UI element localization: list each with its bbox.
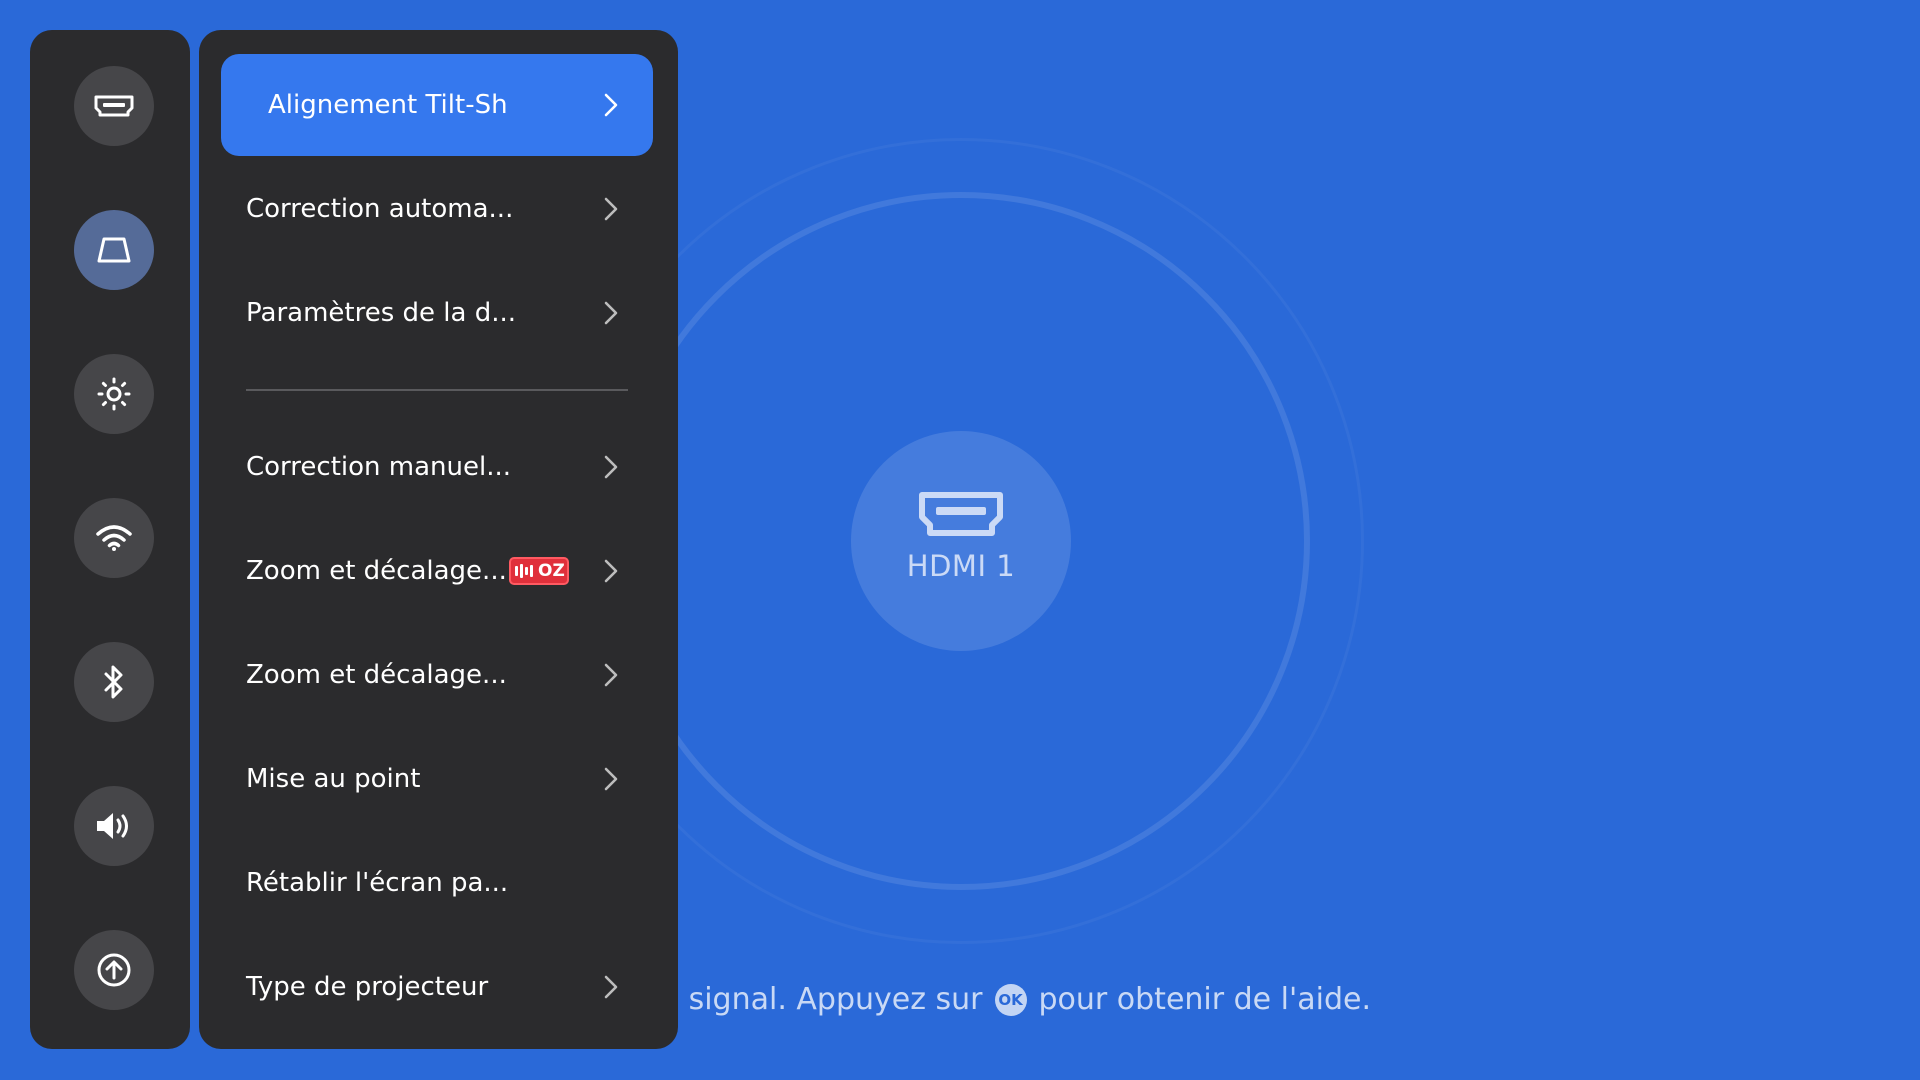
keystone-menu-panel: Alignement Tilt-Sh Correction automa... … xyxy=(199,30,678,1049)
ok-key-icon: OK xyxy=(994,983,1027,1016)
rail-item-brightness[interactable] xyxy=(74,354,154,434)
chevron-right-icon xyxy=(604,767,618,791)
rail-item-bluetooth[interactable] xyxy=(74,642,154,722)
chevron-right-icon xyxy=(604,663,618,687)
menu-item-label: Mise au point xyxy=(246,764,421,794)
menu-item-label: Rétablir l'écran pa... xyxy=(246,868,509,898)
keystone-icon xyxy=(97,237,131,263)
hdmi-icon xyxy=(919,492,1003,536)
menu-item-label: Zoom et décalage... xyxy=(246,660,507,690)
chevron-right-icon xyxy=(604,975,618,999)
chevron-right-icon xyxy=(604,559,618,583)
bluetooth-icon xyxy=(104,665,123,699)
chevron-right-icon xyxy=(604,301,618,325)
menu-item-label: Zoom et décalage... xyxy=(246,556,507,586)
no-signal-message: Aucun signal. Appuyez sur OK pour obteni… xyxy=(585,982,1371,1017)
source-label: HDMI 1 xyxy=(906,549,1016,583)
lens-icon xyxy=(515,564,533,578)
rail-item-hdmi[interactable] xyxy=(74,66,154,146)
menu-item-label: Correction manuel... xyxy=(246,452,512,482)
menu-item-focus[interactable]: Mise au point xyxy=(221,728,653,830)
badge-label: OZ xyxy=(538,561,565,581)
menu-item-label: Type de projecteur xyxy=(246,972,489,1002)
menu-item-reset-screen[interactable]: Rétablir l'écran pa... xyxy=(221,832,653,934)
source-indicator: HDMI 1 xyxy=(851,431,1071,651)
optical-zoom-badge: OZ xyxy=(509,557,569,585)
chevron-right-icon xyxy=(604,455,618,479)
menu-item-detection-settings[interactable]: Paramètres de la d... xyxy=(221,262,653,364)
chevron-right-icon xyxy=(604,93,618,117)
menu-item-tilt-shift-alignment[interactable]: Alignement Tilt-Sh xyxy=(221,54,653,156)
help-text: pour obtenir de l'aide. xyxy=(1038,982,1372,1017)
rail-item-keystone[interactable] xyxy=(74,210,154,290)
rail-item-wifi[interactable] xyxy=(74,498,154,578)
menu-divider xyxy=(246,389,628,391)
hdmi-icon xyxy=(94,95,134,117)
settings-category-rail xyxy=(30,30,190,1049)
wifi-icon xyxy=(96,525,132,551)
menu-item-label: Correction automa... xyxy=(246,194,514,224)
rail-item-update[interactable] xyxy=(74,930,154,1010)
menu-item-label: Paramètres de la d... xyxy=(246,298,516,328)
menu-item-auto-correction[interactable]: Correction automa... xyxy=(221,158,653,260)
menu-item-zoom-shift[interactable]: Zoom et décalage... xyxy=(221,624,653,726)
menu-item-projector-type[interactable]: Type de projecteur xyxy=(221,936,653,1038)
menu-item-label: Alignement Tilt-Sh xyxy=(268,90,508,120)
chevron-right-icon xyxy=(604,197,618,221)
update-icon xyxy=(97,953,131,987)
brightness-icon xyxy=(97,377,131,411)
rail-item-volume[interactable] xyxy=(74,786,154,866)
menu-item-manual-correction[interactable]: Correction manuel... xyxy=(221,416,653,518)
volume-icon xyxy=(97,813,128,839)
menu-item-zoom-shift-optical[interactable]: Zoom et décalage... OZ xyxy=(221,520,653,622)
